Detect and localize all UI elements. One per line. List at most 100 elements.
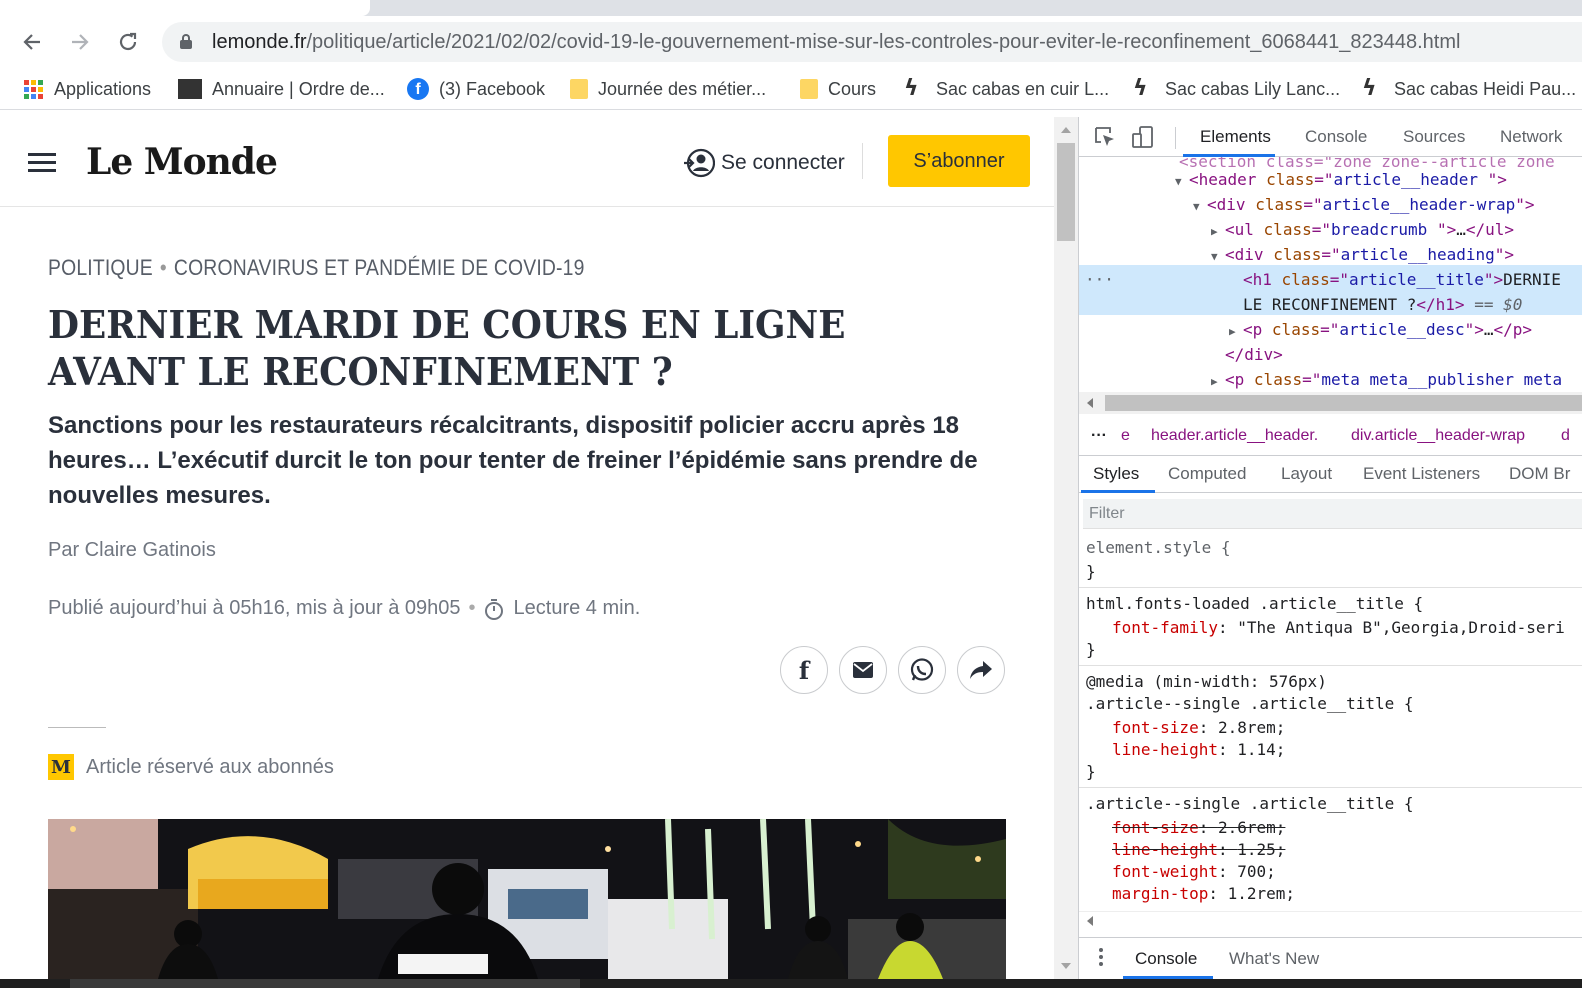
dom-node-title-text[interactable]: LE RECONFINEMENT ?</h1> == $0 bbox=[1243, 292, 1522, 317]
share-email-button[interactable] bbox=[839, 646, 887, 694]
drawer-tab-whats-new[interactable]: What's New bbox=[1229, 949, 1319, 969]
dom-node-title[interactable]: <h1 class="article__title">DERNIE bbox=[1243, 267, 1561, 292]
rule-single-title-selector[interactable]: .article--single .article__title { bbox=[1086, 693, 1414, 715]
folder-icon bbox=[800, 79, 818, 99]
drawer-menu-icon[interactable] bbox=[1099, 948, 1103, 968]
rule-line-height-overridden[interactable]: line-height: 1.25; bbox=[1112, 839, 1285, 861]
dom-more-icon[interactable]: ··· bbox=[1085, 267, 1114, 292]
article-author[interactable]: Par Claire Gatinois bbox=[48, 539, 216, 562]
publish-date: Publié aujourd’hui à 05h16, mis à jour à… bbox=[48, 597, 461, 619]
section-divider bbox=[48, 727, 106, 728]
bookmark-facebook[interactable]: f (3) Facebook bbox=[407, 78, 545, 100]
bookmark-annuaire[interactable]: Annuaire | Ordre de... bbox=[178, 78, 385, 100]
premium-label: Article réservé aux abonnés bbox=[86, 755, 334, 778]
share-facebook-button[interactable]: f bbox=[780, 646, 828, 694]
share-more-button[interactable] bbox=[957, 646, 1005, 694]
page-viewport: Le Monde Se connecter S’abonner POLITIQU… bbox=[0, 117, 1054, 979]
dom-scrollbar-thumb[interactable] bbox=[1105, 395, 1582, 411]
css-rules: element.style { } html.fonts-loaded .art… bbox=[1079, 533, 1582, 911]
menu-icon[interactable] bbox=[28, 153, 56, 173]
inspect-element-icon[interactable] bbox=[1093, 125, 1117, 149]
device-toolbar-icon[interactable] bbox=[1131, 125, 1155, 149]
tab-computed[interactable]: Computed bbox=[1168, 464, 1246, 484]
rule-single-title-selector-2[interactable]: .article--single .article__title { bbox=[1086, 793, 1414, 815]
bookmark-applications[interactable]: Applications bbox=[22, 78, 151, 100]
dom-node-div-close[interactable]: </div> bbox=[1225, 342, 1283, 367]
rule-margin-top[interactable]: margin-top: 1.2rem; bbox=[1112, 883, 1295, 905]
scroll-down-arrow-icon[interactable] bbox=[1061, 963, 1071, 969]
bookmark-journee[interactable]: Journée des métier... bbox=[570, 78, 766, 100]
address-bar[interactable]: lemonde.fr/politique/article/2021/02/02/… bbox=[162, 22, 1582, 62]
rule-divider bbox=[1079, 587, 1582, 588]
rule-font-family[interactable]: font-family: "The Antiqua B",Georgia,Dro… bbox=[1112, 617, 1565, 639]
dom-node-header[interactable]: ▼ <header class="article__header "> bbox=[1175, 167, 1507, 192]
tab-layout[interactable]: Layout bbox=[1281, 464, 1332, 484]
back-button[interactable] bbox=[16, 26, 48, 58]
scroll-up-arrow-icon[interactable] bbox=[1061, 127, 1071, 133]
breadcrumb-coronavirus[interactable]: CORONAVIRUS ET PANDÉMIE DE COVID-19 bbox=[174, 255, 585, 280]
drawer-tab-console[interactable]: Console bbox=[1135, 949, 1197, 969]
site-favicon bbox=[178, 79, 202, 99]
rules-horizontal-scrollbar[interactable] bbox=[1079, 911, 1582, 929]
login-link[interactable]: Se connecter bbox=[683, 147, 845, 179]
article-description: Sanctions pour les restaurateurs récalci… bbox=[48, 412, 978, 509]
tab-console[interactable]: Console bbox=[1305, 127, 1367, 147]
url-text[interactable]: lemonde.fr/politique/article/2021/02/02/… bbox=[212, 31, 1460, 54]
crumb-header-wrap[interactable]: div.article__header-wrap bbox=[1351, 427, 1525, 445]
styles-filter-input[interactable]: Filter bbox=[1083, 499, 1582, 529]
crumbs-more-icon[interactable]: ··· bbox=[1091, 427, 1107, 445]
user-icon bbox=[683, 147, 716, 179]
tab-event-listeners[interactable]: Event Listeners bbox=[1363, 464, 1480, 484]
meta-separator: • bbox=[468, 597, 476, 619]
breadcrumb-separator: • bbox=[159, 255, 167, 280]
crumb-0[interactable]: e bbox=[1121, 427, 1130, 445]
lock-icon[interactable] bbox=[180, 34, 192, 49]
bookmark-sac-heidi[interactable]: ϟ Sac cabas Heidi Pau... bbox=[1362, 78, 1576, 100]
scroll-left-arrow-icon[interactable] bbox=[1087, 916, 1093, 926]
tab-network[interactable]: Network bbox=[1500, 127, 1562, 147]
rule-element-style[interactable]: element.style { bbox=[1086, 537, 1231, 559]
dom-node-heading[interactable]: ▼ <div class="article__heading"> bbox=[1211, 242, 1514, 267]
tab-dom-breakpoints[interactable]: DOM Br bbox=[1509, 464, 1570, 484]
stopwatch-icon bbox=[484, 598, 504, 620]
rule-font-weight[interactable]: font-weight: 700; bbox=[1112, 861, 1276, 883]
dom-horizontal-scrollbar[interactable] bbox=[1079, 392, 1582, 414]
bookmark-sac-lily[interactable]: ϟ Sac cabas Lily Lanc... bbox=[1133, 78, 1340, 100]
dom-node-meta[interactable]: ▶ <p class="meta meta__publisher meta bbox=[1211, 367, 1562, 389]
reload-button[interactable] bbox=[112, 26, 144, 58]
rule-font-size-overridden[interactable]: font-size: 2.6rem; bbox=[1112, 817, 1285, 839]
styles-pane-tabs: Styles Computed Layout Event Listeners D… bbox=[1079, 455, 1582, 493]
page-scrollbar[interactable] bbox=[1054, 117, 1078, 979]
dom-node-header-wrap[interactable]: ▼ <div class="article__header-wrap"> bbox=[1193, 192, 1535, 217]
crumb-3[interactable]: d bbox=[1561, 427, 1570, 445]
tab-elements[interactable]: Elements bbox=[1200, 127, 1271, 147]
article-title: DERNIER MARDI DE COURS EN LIGNE AVANT LE… bbox=[48, 302, 846, 394]
site-logo[interactable]: Le Monde bbox=[86, 141, 278, 183]
arrow-left-icon bbox=[23, 34, 40, 50]
dom-node-breadcrumb[interactable]: ▶ <ul class="breadcrumb ">…</ul> bbox=[1211, 217, 1514, 242]
bookmark-sac-cuir[interactable]: ϟ Sac cabas en cuir L... bbox=[904, 78, 1109, 100]
subscribe-button[interactable]: S’abonner bbox=[888, 135, 1030, 187]
browser-tab-active[interactable] bbox=[0, 0, 370, 16]
crumb-header[interactable]: header.article__header. bbox=[1151, 427, 1318, 445]
breadcrumb-politique[interactable]: POLITIQUE bbox=[48, 255, 153, 280]
site-header: Le Monde Se connecter S’abonner bbox=[0, 117, 1054, 207]
lily-favicon: ϟ bbox=[1362, 76, 1377, 101]
share-whatsapp-button[interactable] bbox=[898, 646, 946, 694]
scroll-left-arrow-icon[interactable] bbox=[1087, 398, 1093, 408]
rule-divider bbox=[1079, 665, 1582, 666]
browser-toolbar: lemonde.fr/politique/article/2021/02/02/… bbox=[0, 16, 1582, 68]
tab-styles[interactable]: Styles bbox=[1093, 464, 1139, 484]
bookmark-cours[interactable]: Cours bbox=[800, 78, 876, 100]
tab-sources[interactable]: Sources bbox=[1403, 127, 1465, 147]
folder-icon bbox=[570, 79, 588, 99]
forward-button[interactable] bbox=[64, 26, 96, 58]
whatsapp-icon bbox=[910, 658, 934, 681]
rule-line-height[interactable]: line-height: 1.14; bbox=[1112, 739, 1285, 761]
page-scrollbar-thumb[interactable] bbox=[1057, 143, 1075, 241]
dom-node-desc[interactable]: ▶ <p class="article__desc">…</p> bbox=[1229, 317, 1532, 342]
rule-media-query: @media (min-width: 576px) bbox=[1086, 672, 1327, 691]
rule-fonts-loaded-selector[interactable]: html.fonts-loaded .article__title { bbox=[1086, 593, 1423, 615]
rule-font-size[interactable]: font-size: 2.8rem; bbox=[1112, 717, 1285, 739]
taskbar-item[interactable] bbox=[70, 979, 580, 988]
